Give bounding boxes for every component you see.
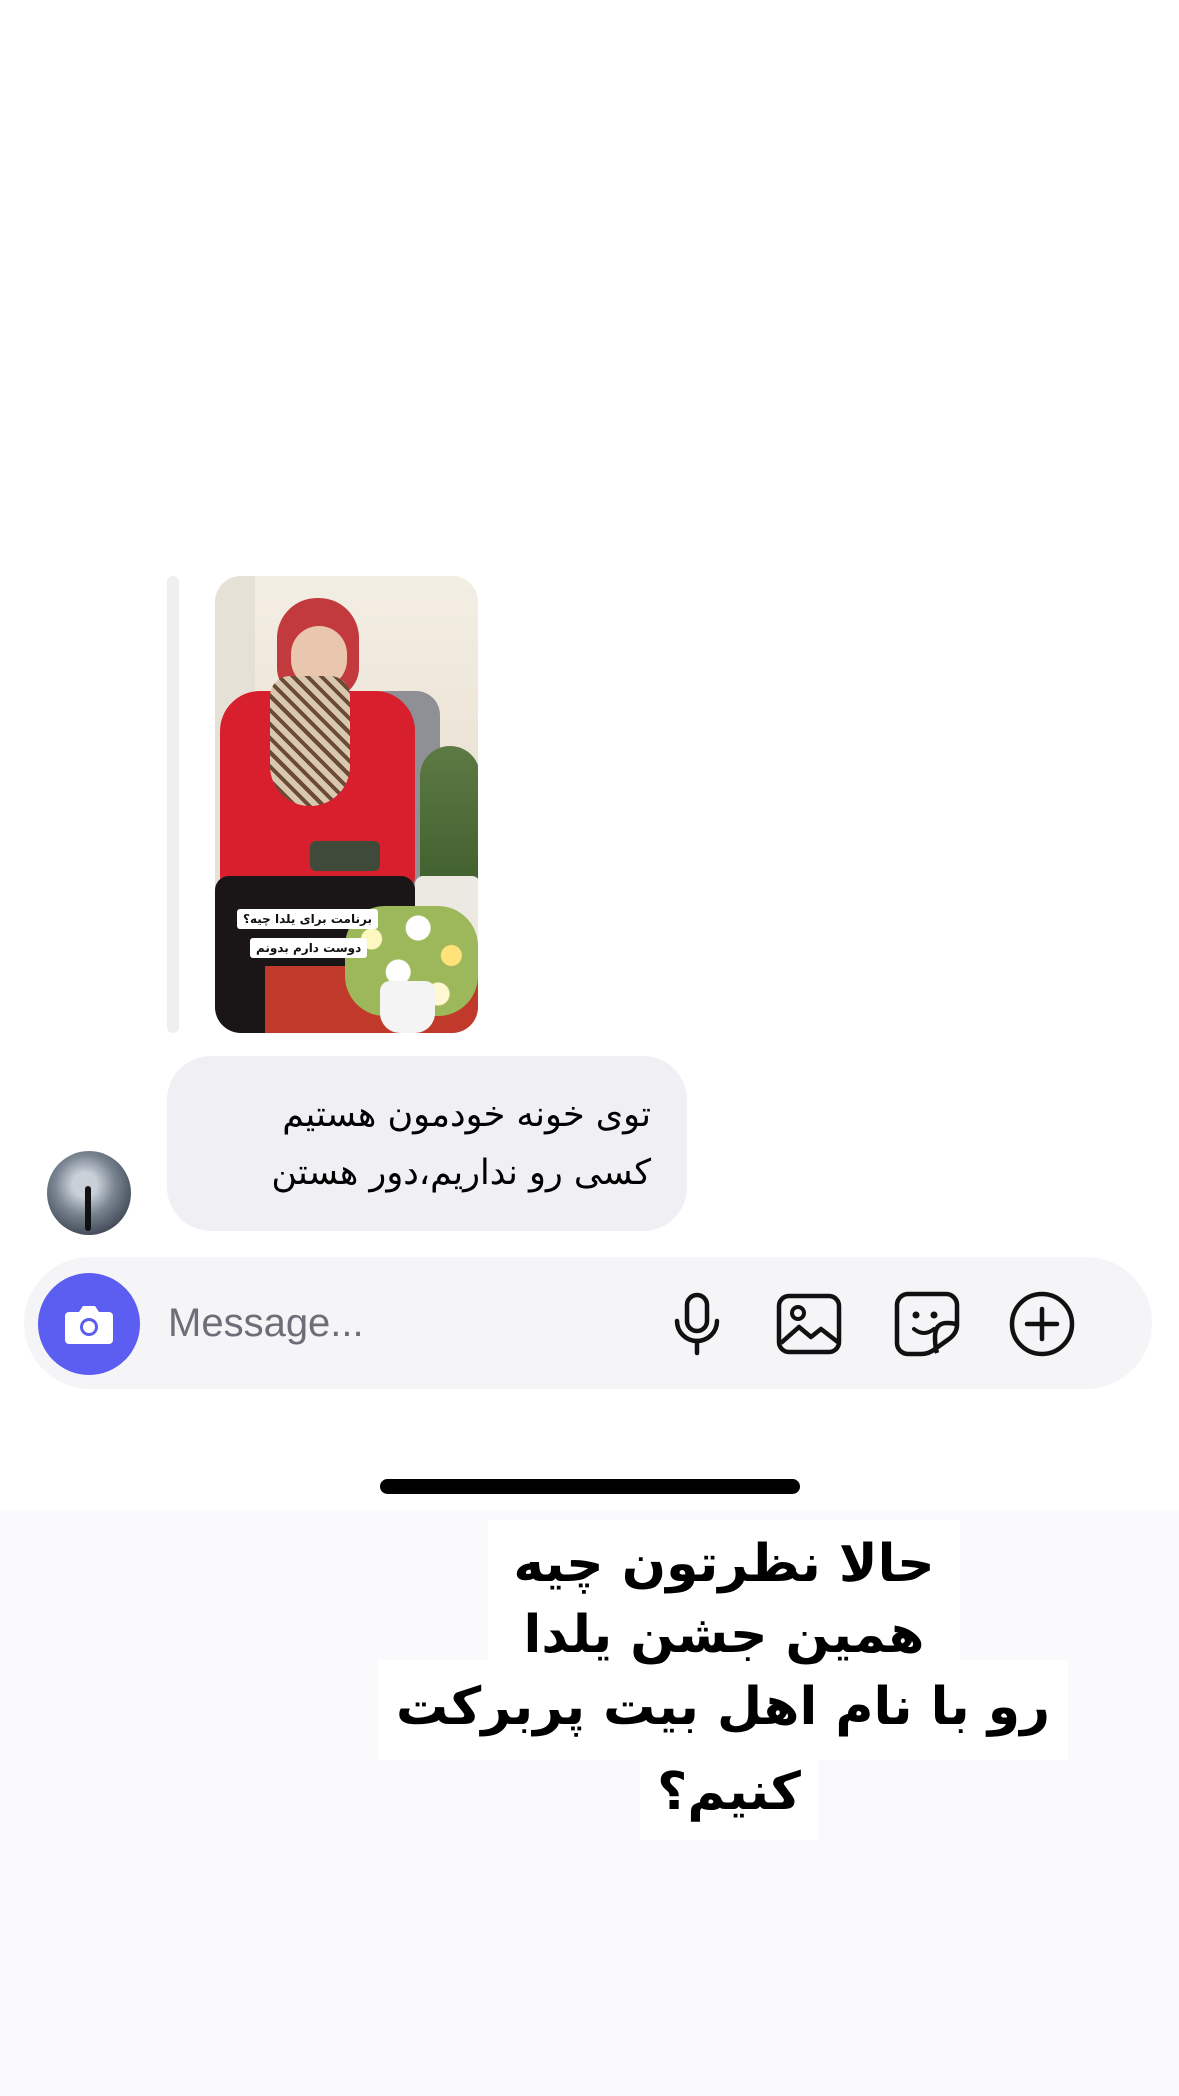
gallery-icon: [776, 1293, 842, 1355]
sender-avatar[interactable]: [47, 1151, 131, 1235]
plus-circle-icon: [1009, 1291, 1075, 1357]
story-tag-question: برنامت برای یلدا چیه؟: [237, 909, 378, 929]
reply-quote-bar: [167, 576, 179, 1033]
microphone-icon: [674, 1292, 720, 1356]
microphone-button[interactable]: [664, 1291, 730, 1357]
sticker-icon: [894, 1291, 960, 1357]
message-input[interactable]: [168, 1291, 608, 1355]
camera-icon: [65, 1306, 113, 1344]
message-line-2: کسی رو نداریم،دور هستن: [271, 1153, 651, 1193]
thumb-scarf: [270, 676, 350, 806]
message-bubble[interactable]: توی خونه خودمون هستیم کسی رو نداریم،دور …: [167, 1056, 687, 1231]
thumb-book: [310, 841, 380, 871]
story-reply-thumbnail[interactable]: برنامت برای یلدا چیه؟ دوست دارم بدونم: [215, 576, 478, 1033]
message-line-1: توی خونه خودمون هستیم: [282, 1095, 651, 1135]
caption-line-1: حالا نظرتون چیه: [513, 1534, 935, 1594]
home-indicator: [380, 1479, 800, 1494]
thumb-vase: [380, 981, 435, 1033]
sticker-button[interactable]: [894, 1291, 960, 1357]
caption-line-2: همین جشن یلدا: [523, 1605, 925, 1665]
message-composer: [24, 1257, 1152, 1389]
more-button[interactable]: [1009, 1291, 1075, 1357]
camera-button[interactable]: [38, 1273, 140, 1375]
gallery-button[interactable]: [776, 1291, 842, 1357]
story-tag-subtitle: دوست دارم بدونم: [250, 938, 368, 958]
message-text: توی خونه خودمون هستیم کسی رو نداریم،دور …: [203, 1086, 651, 1202]
caption-line-3: رو با نام اهل بیت پربرکت: [395, 1677, 1051, 1737]
caption-line-4: کنیم؟: [657, 1762, 801, 1822]
